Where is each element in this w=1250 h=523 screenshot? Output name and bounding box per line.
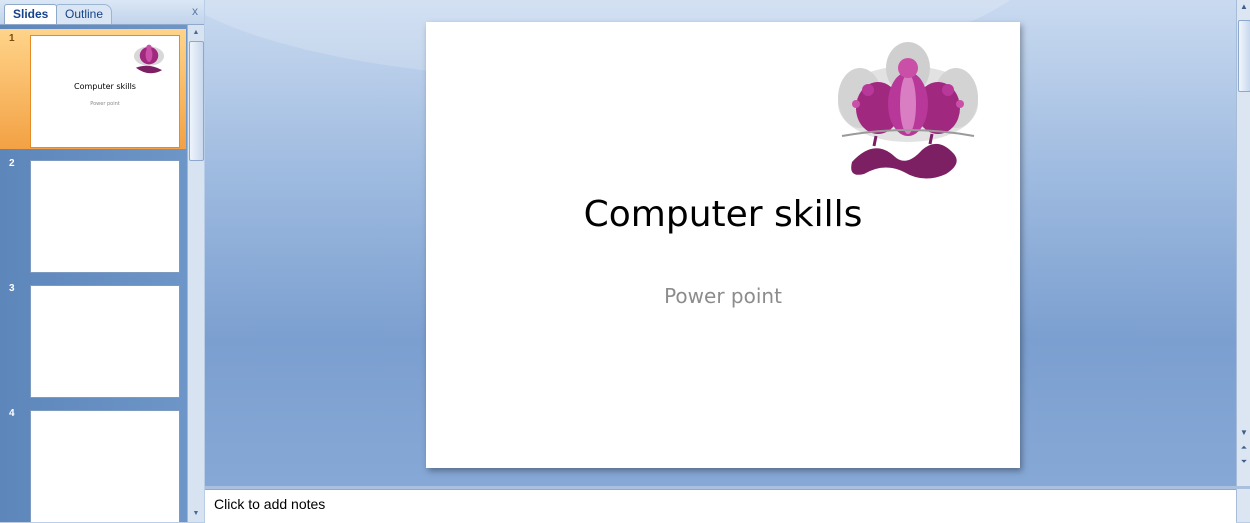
slide-scrollbar[interactable]: ▲ ▼ ⏶ ⏷ <box>1236 0 1250 486</box>
slide-thumbnail[interactable] <box>30 285 180 398</box>
slide-number: 4 <box>9 408 15 419</box>
tab-outline[interactable]: Outline <box>56 4 113 24</box>
next-slide-icon[interactable]: ⏷ <box>1237 457 1250 467</box>
slide-subtitle[interactable]: Power point <box>426 284 1020 308</box>
slide-thumbnail-row[interactable]: 3 <box>0 279 186 399</box>
notes-pane[interactable]: Click to add notes <box>205 489 1236 523</box>
scroll-up-icon[interactable]: ▲ <box>1237 2 1250 11</box>
slides-panel: Slides Outline x 1 Computer skills Power… <box>0 0 204 522</box>
notes-scrollbar[interactable] <box>1236 489 1250 522</box>
slide-thumbnail[interactable] <box>30 160 180 273</box>
scrollbar-thumb[interactable] <box>189 41 204 161</box>
slide-number: 2 <box>9 158 15 169</box>
close-panel-icon[interactable]: x <box>192 4 198 18</box>
tab-slides[interactable]: Slides <box>4 4 58 24</box>
thumbnail-title: Computer skills <box>74 82 136 91</box>
slide-number: 3 <box>9 283 15 294</box>
previous-slide-icon[interactable]: ⏶ <box>1237 443 1250 453</box>
slide-thumbnail[interactable]: Computer skills Power point <box>30 35 180 148</box>
slide-editing-area: Computer skills Power point <box>205 0 1236 486</box>
scrollbar-thumb[interactable] <box>1238 20 1250 92</box>
thumbnail-subtitle: Power point <box>90 101 120 107</box>
slide-title[interactable]: Computer skills <box>426 194 1020 235</box>
slide-number: 1 <box>9 33 15 44</box>
scroll-down-icon[interactable]: ▼ <box>1237 428 1250 437</box>
slide-thumbnail-row[interactable]: 4 <box>0 404 186 522</box>
notes-placeholder[interactable]: Click to add notes <box>214 496 325 512</box>
logo-icon <box>838 42 978 179</box>
panel-scrollbar[interactable]: ▲ ▼ <box>187 25 204 522</box>
slide-thumbnail-row[interactable]: 1 Computer skills Power point <box>0 29 186 149</box>
slide-canvas[interactable]: Computer skills Power point <box>426 22 1020 468</box>
slide-thumbnail-list: 1 Computer skills Power point 2 3 4 <box>0 25 186 522</box>
panel-tab-strip: Slides Outline x <box>0 0 204 25</box>
logo-thumbnail-icon <box>133 44 165 74</box>
scroll-down-icon[interactable]: ▼ <box>189 507 203 521</box>
slide-thumbnail-row[interactable]: 2 <box>0 154 186 274</box>
scroll-up-icon[interactable]: ▲ <box>189 26 203 40</box>
slide-thumbnail[interactable] <box>30 410 180 522</box>
